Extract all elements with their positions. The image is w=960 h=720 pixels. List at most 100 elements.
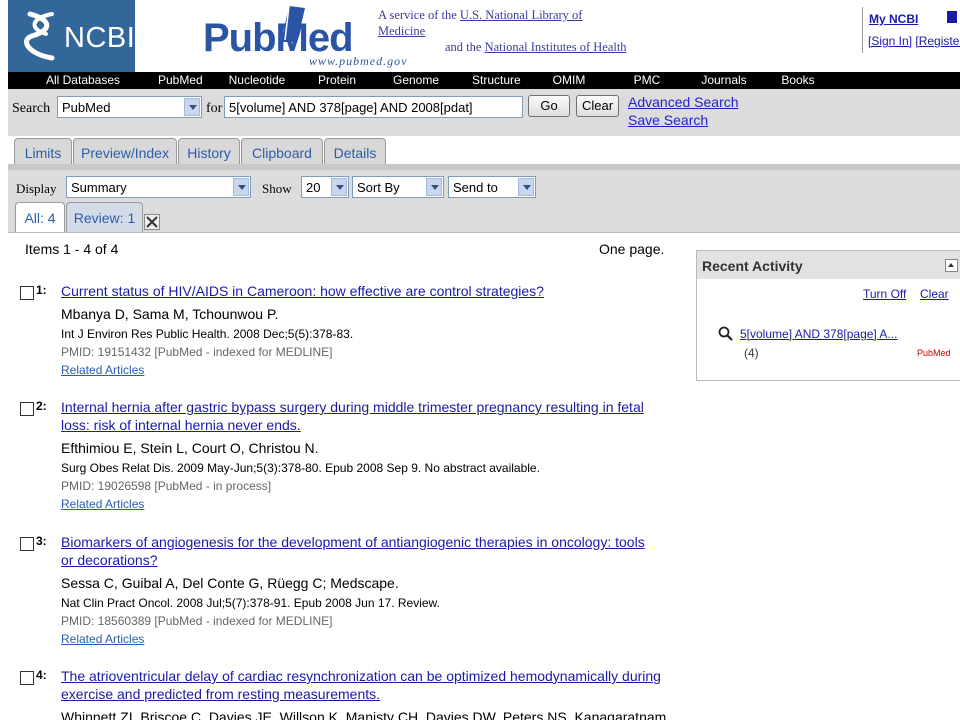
result-item: 1: Current status of HIV/AIDS in Cameroo… [20, 282, 670, 382]
nav-all-databases[interactable]: All Databases [8, 72, 158, 89]
result-checkbox[interactable] [20, 537, 34, 551]
related-articles-link[interactable]: Related Articles [61, 632, 144, 646]
nav-genome[interactable]: Genome [360, 72, 472, 89]
nav-journals[interactable]: Journals [670, 72, 778, 89]
pubmed-book-icon [281, 5, 305, 42]
show-count-select[interactable]: 20 [301, 176, 349, 198]
my-ncbi-link[interactable]: My NCBI [869, 12, 918, 26]
go-button[interactable]: Go [528, 95, 570, 117]
nav-structure[interactable]: Structure [472, 72, 521, 89]
chevron-down-icon [184, 98, 200, 116]
sort-by-select[interactable]: Sort By [352, 176, 444, 198]
register-link[interactable]: [Register] [915, 34, 960, 48]
tab-limits[interactable]: Limits [14, 138, 72, 164]
chevron-down-icon [331, 178, 347, 196]
tab-clipboard[interactable]: Clipboard [241, 138, 323, 164]
result-checkbox[interactable] [20, 286, 34, 300]
result-title-link[interactable]: Biomarkers of angiogenesis for the devel… [61, 533, 661, 569]
search-label: Search [12, 101, 51, 116]
tab-history[interactable]: History [178, 138, 240, 164]
tab-all-results[interactable]: All: 4 [15, 202, 65, 232]
result-source: Surg Obes Relat Dis. 2009 May-Jun;5(3):3… [61, 461, 540, 475]
search-input[interactable]: 5[volume] AND 378[page] AND 2008[pdat] [224, 96, 523, 118]
service-prefix: A service of the [378, 8, 457, 22]
show-count-value: 20 [306, 180, 321, 195]
nav-protein[interactable]: Protein [314, 72, 360, 89]
recent-search-link[interactable]: 5[volume] AND 378[page] A... [740, 327, 897, 341]
result-item: 3: Biomarkers of angiogenesis for the de… [20, 533, 670, 651]
sort-by-value: Sort By [357, 180, 400, 195]
result-pmid: PMID: 19151432 [PubMed - indexed for MED… [61, 345, 333, 359]
result-title-link[interactable]: Current status of HIV/AIDS in Cameroon: … [61, 282, 661, 300]
result-source: Nat Clin Pract Oncol. 2008 Jul;5(7):378-… [61, 596, 440, 610]
ncbi-logo[interactable]: NCBI [8, 0, 135, 72]
service-prefix-2: and the [445, 40, 482, 54]
display-divider [8, 232, 960, 233]
send-to-select[interactable]: Send to [448, 176, 536, 198]
sign-in-link[interactable]: [Sign In] [868, 34, 912, 48]
tab-preview-index[interactable]: Preview/Index [73, 138, 177, 164]
result-pmid: PMID: 19026598 [PubMed - in process] [61, 479, 272, 493]
display-label: Display [16, 181, 57, 196]
result-number: 2: [36, 399, 47, 413]
result-authors: Sessa C, Guibal A, Del Conte G, Rüegg C;… [61, 575, 399, 591]
nav-omim[interactable]: OMIM [514, 72, 624, 89]
database-select[interactable]: PubMed [57, 96, 202, 118]
result-title-link[interactable]: The atrioventricular delay of cardiac re… [61, 667, 661, 703]
pubmed-url: www.pubmed.gov [309, 54, 408, 68]
send-to-value: Send to [453, 180, 498, 195]
result-authors: Mbanya D, Sama M, Tchounwou P. [61, 306, 279, 322]
result-authors: Efthimiou E, Stein L, Court O, Christou … [61, 440, 319, 456]
display-format-select[interactable]: Summary [66, 176, 251, 198]
collapse-icon[interactable] [945, 259, 958, 272]
database-select-value: PubMed [62, 100, 111, 115]
nav-books[interactable]: Books [778, 72, 818, 89]
result-number: 1: [36, 283, 47, 297]
nih-link[interactable]: National Institutes of Health [485, 40, 627, 54]
recent-activity-panel: Recent Activity Turn Off Clear 5[volume]… [696, 250, 960, 381]
chevron-down-icon [426, 178, 442, 196]
help-icon[interactable] [947, 11, 957, 23]
my-ncbi-panel: My NCBI [Sign In] [Register] [862, 7, 960, 53]
items-count: Items 1 - 4 of 4 [25, 241, 119, 257]
show-label: Show [262, 181, 292, 196]
related-articles-link[interactable]: Related Articles [61, 363, 144, 377]
display-bar: Display Summary Show 20 Sort By Send to … [8, 170, 960, 232]
for-label: for [206, 101, 223, 116]
tab-review-results[interactable]: Review: 1 [66, 202, 143, 232]
service-statement: A service of the U.S. National Library o… [378, 7, 628, 55]
result-item: 4: The atrioventricular delay of cardiac… [20, 667, 670, 720]
recent-search-count: (4) [744, 346, 759, 360]
search-bar: Search PubMed for 5[volume] AND 378[page… [8, 89, 960, 136]
result-checkbox[interactable] [20, 402, 34, 416]
related-articles-link[interactable]: Related Articles [61, 497, 144, 511]
pubmed-logo[interactable]: PubMed www.pubmed.gov [203, 4, 406, 70]
clear-activity-link[interactable]: Clear [920, 287, 949, 301]
display-format-value: Summary [71, 180, 127, 195]
result-title-link[interactable]: Internal hernia after gastric bypass sur… [61, 398, 661, 434]
search-input-value: 5[volume] AND 378[page] AND 2008[pdat] [229, 100, 473, 115]
clear-button[interactable]: Clear [576, 95, 619, 117]
result-number: 4: [36, 668, 47, 682]
chevron-down-icon [233, 178, 249, 196]
feature-tabs: Limits Preview/Index History Clipboard D… [8, 136, 960, 164]
advanced-search-link[interactable]: Advanced Search [628, 94, 739, 110]
ncbi-helix-icon [24, 11, 55, 61]
recent-activity-header: Recent Activity [697, 251, 960, 279]
result-number: 3: [36, 534, 47, 548]
save-search-link[interactable]: Save Search [628, 112, 708, 128]
ncbi-logo-text: NCBI [64, 22, 136, 54]
customize-tabs-icon[interactable] [144, 214, 160, 230]
nav-nucleotide[interactable]: Nucleotide [200, 72, 314, 89]
result-pmid: PMID: 18560389 [PubMed - indexed for MED… [61, 614, 333, 628]
nav-pubmed[interactable]: PubMed [158, 72, 203, 89]
result-checkbox[interactable] [20, 671, 34, 685]
nav-pmc[interactable]: PMC [624, 72, 670, 89]
database-nav: All Databases PubMed Nucleotide Protein … [8, 72, 960, 89]
recent-search-db: PubMed [917, 348, 951, 358]
search-icon [718, 326, 733, 341]
tab-details[interactable]: Details [324, 138, 386, 164]
turn-off-link[interactable]: Turn Off [863, 287, 906, 301]
result-authors: Whinnett ZI, Briscoe C, Davies JE, Wills… [61, 709, 670, 720]
chevron-down-icon [518, 178, 534, 196]
